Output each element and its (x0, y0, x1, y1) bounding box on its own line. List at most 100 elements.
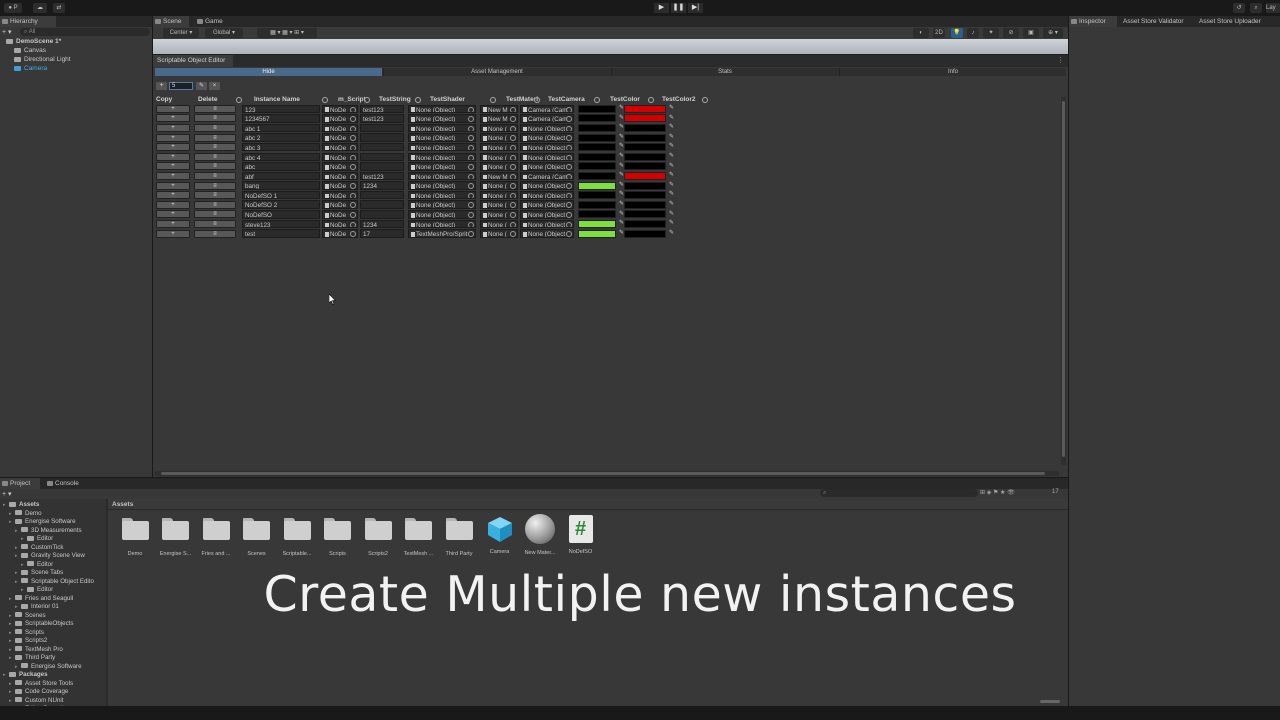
copy-button[interactable]: + (156, 104, 190, 113)
object-picker-icon[interactable] (566, 164, 572, 170)
test-string-field[interactable]: test123 (360, 114, 404, 123)
cloud-button[interactable]: ☁ (33, 3, 47, 13)
sce-horizontal-scrollbar[interactable] (155, 471, 1059, 476)
column-search-icon[interactable] (702, 97, 708, 103)
eyedropper-icon[interactable]: ✎ (669, 162, 674, 171)
hierarchy-item[interactable]: DemoScene 1* (6, 37, 61, 46)
delete-button[interactable]: ≡ (194, 200, 236, 209)
eyedropper-icon[interactable]: ✎ (669, 114, 674, 123)
test-shader-field[interactable]: None (Object) (408, 133, 476, 142)
script-field[interactable]: NoDe (322, 142, 358, 152)
test-shader-field[interactable]: None (Object) (408, 171, 476, 181)
object-picker-icon[interactable] (566, 221, 572, 228)
tab-scene[interactable]: Scene (153, 16, 189, 27)
object-picker-icon[interactable] (566, 183, 572, 189)
test-string-field[interactable] (360, 162, 404, 171)
test-camera-field[interactable]: Camera (Cam (520, 171, 574, 181)
test-camera-field[interactable]: None (Object (520, 190, 574, 200)
test-color2-swatch[interactable] (624, 229, 666, 238)
delete-button[interactable]: ≡ (194, 133, 236, 142)
test-camera-field[interactable]: Camera (Cam (520, 114, 574, 123)
script-field[interactable]: NoDe (322, 210, 358, 219)
column-search-icon[interactable] (415, 97, 421, 103)
delete-button[interactable]: ≡ (194, 181, 236, 190)
test-color2-swatch[interactable] (624, 191, 666, 200)
test-material-field[interactable]: New M (480, 171, 518, 181)
object-picker-icon[interactable] (350, 164, 356, 170)
asset-item[interactable]: # NoDefSO (563, 515, 599, 555)
test-camera-field[interactable]: Camera (Cam (520, 104, 574, 114)
object-picker-icon[interactable] (468, 116, 474, 122)
object-picker-icon[interactable] (566, 231, 572, 237)
column-search-icon[interactable] (648, 97, 654, 103)
eyedropper-icon[interactable]: ✎ (669, 142, 674, 151)
column-header[interactable]: m_Script (338, 96, 366, 103)
eyedropper-icon[interactable]: ✎ (669, 171, 674, 180)
layout-dropdown[interactable]: Lay (1266, 3, 1280, 13)
test-material-field[interactable]: None ( (480, 210, 518, 219)
copy-button[interactable]: + (156, 191, 190, 200)
space-dropdown[interactable]: Global ▾ (205, 28, 243, 38)
script-field[interactable]: NoDe (322, 229, 358, 238)
delete-button[interactable]: ≡ (194, 143, 236, 152)
object-picker-icon[interactable] (468, 106, 474, 113)
test-color2-swatch[interactable] (624, 133, 666, 142)
delete-button[interactable]: ≡ (194, 191, 236, 200)
eyedropper-icon[interactable]: ✎ (669, 123, 674, 132)
test-color-swatch[interactable] (578, 171, 616, 180)
test-string-field[interactable] (360, 190, 404, 200)
object-picker-icon[interactable] (510, 231, 516, 237)
test-material-field[interactable]: New M (480, 104, 518, 114)
sce-clear-button[interactable]: × (209, 82, 220, 90)
test-camera-field[interactable]: None (Object (520, 210, 574, 219)
test-material-field[interactable]: None ( (480, 181, 518, 190)
asset-item[interactable]: Demo (117, 518, 153, 557)
lighting-toggle[interactable]: 💡 (951, 28, 963, 38)
script-field[interactable]: NoDe (322, 104, 358, 114)
eyedropper-icon[interactable]: ✎ (669, 152, 674, 161)
object-picker-icon[interactable] (350, 192, 356, 199)
test-color2-swatch[interactable] (624, 181, 666, 190)
column-header[interactable]: TestColor (610, 96, 640, 103)
object-picker-icon[interactable] (350, 154, 356, 161)
object-picker-icon[interactable] (510, 192, 516, 199)
instance-name-field[interactable]: abc 4 (242, 152, 320, 162)
test-color2-swatch[interactable] (624, 114, 666, 123)
test-color2-swatch[interactable] (624, 210, 666, 219)
test-string-field[interactable] (360, 133, 404, 142)
asset-item[interactable]: Camera (482, 517, 518, 555)
account-button[interactable]: ● P (4, 3, 22, 13)
test-material-field[interactable]: None ( (480, 142, 518, 152)
asset-item[interactable]: Scripts (320, 518, 356, 557)
test-string-field[interactable] (360, 210, 404, 219)
column-header[interactable]: Delete (198, 96, 218, 103)
copy-button[interactable]: + (156, 171, 190, 180)
tab-game[interactable]: Game (195, 16, 231, 27)
eyedropper-icon[interactable]: ✎ (669, 133, 674, 142)
history-button[interactable]: ↺ (1233, 3, 1245, 13)
test-shader-field[interactable]: None (Object) (408, 104, 476, 114)
test-shader-field[interactable]: None (Object) (408, 114, 476, 123)
test-shader-field[interactable]: None (Object) (408, 181, 476, 190)
grid-snap-group[interactable]: ▦ ▾ ▦ ▾ ⊞ ▾ (257, 28, 317, 38)
object-picker-icon[interactable] (510, 106, 516, 113)
test-camera-field[interactable]: None (Object (520, 123, 574, 133)
object-picker-icon[interactable] (510, 144, 516, 151)
object-picker-icon[interactable] (350, 183, 356, 189)
2d-toggle[interactable]: 2D (933, 28, 945, 38)
object-picker-icon[interactable] (350, 135, 356, 141)
test-camera-field[interactable]: None (Object (520, 133, 574, 142)
audio-toggle[interactable]: ♪ (967, 28, 979, 38)
instance-name-field[interactable]: 1234567 (242, 114, 320, 123)
delete-button[interactable]: ≡ (194, 162, 236, 171)
instance-name-field[interactable]: NoDefSO (242, 210, 320, 219)
object-picker-icon[interactable] (468, 212, 474, 218)
eyedropper-icon[interactable]: ✎ (669, 229, 674, 238)
test-camera-field[interactable]: None (Object (520, 219, 574, 229)
object-picker-icon[interactable] (566, 202, 572, 209)
delete-button[interactable]: ≡ (194, 171, 236, 180)
test-shader-field[interactable]: None (Object) (408, 210, 476, 219)
column-header[interactable]: Copy (156, 96, 172, 103)
collab-button[interactable]: ⇄ (53, 3, 65, 13)
copy-button[interactable]: + (156, 123, 190, 132)
